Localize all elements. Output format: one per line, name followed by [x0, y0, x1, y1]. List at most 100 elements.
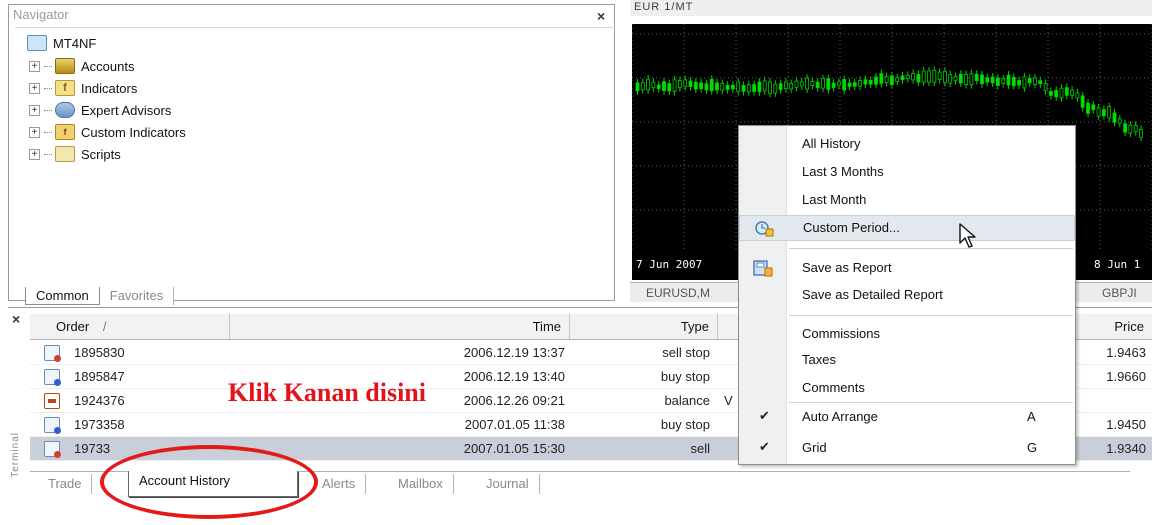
buy-order-icon: [44, 417, 61, 434]
calendar-icon: [755, 221, 774, 237]
tab-favorites[interactable]: Favorites: [99, 287, 175, 305]
navigator-title: Navigator: [13, 7, 69, 22]
menu-separator: [789, 248, 1073, 249]
time-cell: 2007.01.05 15:30: [463, 441, 565, 456]
menu-item-label: Taxes: [802, 352, 836, 367]
tab-trade[interactable]: Trade: [38, 474, 93, 494]
column-header-type[interactable]: Type: [570, 314, 718, 339]
menu-item-save-as-detailed-report[interactable]: Save as Detailed Report: [739, 283, 1075, 309]
menu-item-auto-arrange[interactable]: ✔ Auto Arrange A: [739, 405, 1075, 431]
tree-root[interactable]: MT4NF: [27, 34, 96, 52]
menu-shortcut: G: [1027, 440, 1038, 455]
mouse-cursor-icon: [959, 223, 976, 248]
menu-item-all-history[interactable]: All History: [739, 132, 1075, 158]
menu-item-label: Save as Detailed Report: [802, 287, 943, 302]
menu-item-taxes[interactable]: Taxes: [739, 348, 1075, 374]
annotation-text: Klik Kanan disini: [228, 378, 426, 407]
chart-date-end: 8 Jun 1: [1094, 258, 1141, 271]
sell-order-icon: [44, 345, 61, 362]
menu-separator: [789, 402, 1073, 403]
menu-item-label: Save as Report: [802, 260, 892, 275]
column-header-price[interactable]: Price: [1072, 314, 1152, 339]
tree-item-accounts[interactable]: + Accounts: [29, 56, 134, 76]
menu-item-last-3-months[interactable]: Last 3 Months: [739, 160, 1075, 186]
column-header-time[interactable]: Time: [230, 314, 570, 339]
menu-item-comments[interactable]: Comments: [739, 376, 1075, 402]
menu-item-commissions[interactable]: Commissions: [739, 322, 1075, 348]
highlight-ellipse: [100, 445, 318, 519]
expert-advisors-icon: [55, 102, 75, 118]
tree-item-label: Scripts: [81, 146, 121, 162]
menu-item-label: Commissions: [802, 326, 881, 341]
menu-item-label: Auto Arrange: [802, 409, 878, 424]
navigator-panel: Navigator × MT4NF + Accounts + f Indicat…: [8, 4, 615, 305]
terminal-close-icon[interactable]: ×: [12, 311, 20, 327]
navigator-tabs: Common Favorites: [25, 285, 175, 305]
order-cell: 1895847: [74, 369, 125, 384]
sort-indicator-icon: /: [102, 319, 107, 334]
type-cell: buy stop: [660, 369, 710, 384]
chart-title-bar: EUR 1/MT: [630, 0, 1152, 16]
menu-separator: [789, 315, 1073, 316]
extra-cell: V: [724, 393, 733, 408]
navigator-close-icon[interactable]: ×: [597, 8, 605, 24]
custom-indicators-icon: f: [55, 124, 75, 140]
price-cell: 1.9660: [1106, 369, 1146, 384]
terminal-side-label: Terminal: [10, 432, 21, 478]
chart-tab-eurusd[interactable]: EURUSD,M: [646, 286, 710, 300]
order-cell: 1973358: [74, 417, 125, 432]
tree-item-label: Accounts: [81, 58, 135, 74]
menu-item-label: Comments: [802, 380, 865, 395]
chart-date-start: 7 Jun 2007: [636, 258, 703, 271]
context-menu: All History Last 3 Months Last Month Cus…: [738, 125, 1076, 465]
expand-icon[interactable]: +: [29, 148, 40, 160]
sell-order-icon: [44, 441, 61, 458]
column-header-order[interactable]: Order /: [30, 314, 230, 339]
order-cell: 19733: [74, 441, 111, 456]
menu-item-grid[interactable]: ✔ Grid G: [739, 436, 1075, 462]
expand-icon[interactable]: +: [29, 60, 40, 72]
time-cell: 2007.01.05 11:38: [464, 417, 565, 432]
checkmark-icon: ✔: [759, 439, 770, 454]
tree-item-label: Custom Indicators: [81, 124, 186, 140]
menu-item-label: Grid: [802, 440, 827, 455]
tab-alerts[interactable]: Alerts: [312, 474, 367, 494]
expand-icon[interactable]: +: [29, 104, 40, 116]
time-cell: 2006.12.19 13:37: [463, 345, 565, 360]
price-cell: 1.9450: [1106, 417, 1146, 432]
save-report-icon: [753, 260, 773, 277]
chart-title: EUR 1/MT: [634, 1, 694, 13]
accounts-icon: [55, 58, 75, 74]
balance-icon: [44, 393, 60, 409]
type-cell: sell: [690, 441, 710, 456]
column-label: Order: [56, 319, 90, 334]
tree-item-expert-advisors[interactable]: + Expert Advisors: [29, 100, 171, 120]
chart-tab-gbp[interactable]: GBPJI: [1102, 286, 1137, 300]
tree-item-scripts[interactable]: + Scripts: [29, 144, 121, 164]
buy-order-icon: [44, 369, 61, 386]
tree-item-custom-indicators[interactable]: + f Custom Indicators: [29, 122, 186, 142]
menu-item-save-as-report[interactable]: Save as Report: [739, 256, 1075, 282]
menu-item-label: Custom Period...: [803, 220, 900, 235]
menu-item-last-month[interactable]: Last Month: [739, 188, 1075, 214]
expand-icon[interactable]: +: [29, 126, 40, 138]
menu-shortcut: A: [1027, 409, 1036, 424]
tab-journal[interactable]: Journal: [476, 474, 540, 494]
tab-common[interactable]: Common: [25, 287, 100, 305]
expand-icon[interactable]: +: [29, 82, 40, 94]
indicators-icon: f: [55, 80, 75, 96]
tree-item-label: Indicators: [81, 80, 138, 96]
menu-item-label: Last 3 Months: [802, 164, 884, 179]
tab-mailbox[interactable]: Mailbox: [388, 474, 454, 494]
price-cell: 1.9463: [1106, 345, 1146, 360]
type-cell: buy stop: [660, 417, 710, 432]
order-cell: 1924376: [74, 393, 125, 408]
menu-item-custom-period[interactable]: Custom Period...: [739, 215, 1075, 241]
tree-item-indicators[interactable]: + f Indicators: [29, 78, 137, 98]
terminal-root-icon: [27, 35, 47, 51]
checkmark-icon: ✔: [759, 408, 770, 423]
type-cell: sell stop: [662, 345, 710, 360]
navigator-tree: MT4NF + Accounts + f Indicators + Expert…: [15, 27, 615, 285]
type-cell: balance: [664, 393, 710, 408]
menu-item-label: Last Month: [802, 192, 867, 207]
